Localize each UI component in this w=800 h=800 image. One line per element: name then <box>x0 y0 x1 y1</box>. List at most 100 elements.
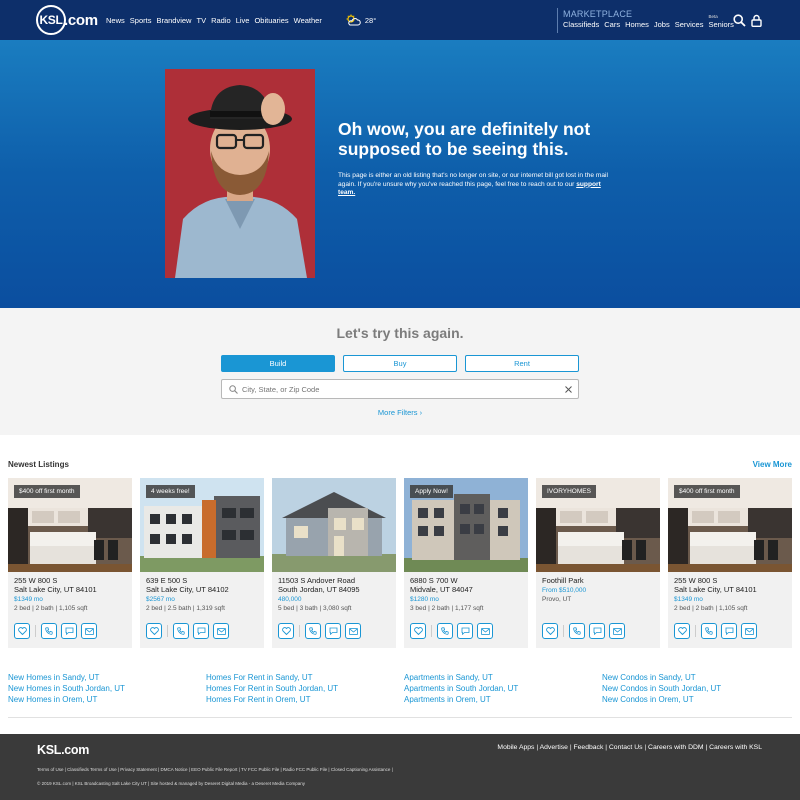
listing-address: 255 W 800 S <box>674 576 718 585</box>
favorite-heart-icon[interactable] <box>410 623 426 639</box>
nav-radio[interactable]: Radio <box>211 16 231 25</box>
favorite-heart-icon[interactable] <box>674 623 690 639</box>
link-new-homes-south-jordan[interactable]: New Homes in South Jordan, UT <box>8 684 125 694</box>
nav-services[interactable]: Services <box>675 20 704 29</box>
lock-icon[interactable] <box>751 14 762 27</box>
listing-price: $1349 mo <box>674 596 703 603</box>
link-new-homes-sandy[interactable]: New Homes in Sandy, UT <box>8 673 125 683</box>
action-separator <box>695 625 696 637</box>
listing-card[interactable]: $400 off first month 255 W 800 S Salt Lake… <box>8 478 132 648</box>
call-phone-icon[interactable] <box>173 623 189 639</box>
link-apartments-orem[interactable]: Apartments in Orem, UT <box>404 695 518 705</box>
more-filters-link[interactable]: More Filters › <box>0 408 800 417</box>
nav-news[interactable]: News <box>106 16 125 25</box>
email-envelope-icon[interactable] <box>741 623 757 639</box>
listing-badge: $400 off first month <box>674 485 740 498</box>
nav-jobs[interactable]: Jobs <box>654 20 670 29</box>
action-separator <box>35 625 36 637</box>
email-envelope-icon[interactable] <box>213 623 229 639</box>
favorite-heart-icon[interactable] <box>278 623 294 639</box>
search-icon[interactable] <box>733 14 746 27</box>
nav-classifieds[interactable]: Classifieds <box>563 20 599 29</box>
nav-cars[interactable]: Cars <box>604 20 620 29</box>
listing-price: From $510,000 <box>542 587 587 594</box>
nav-brandview[interactable]: Brandview <box>156 16 191 25</box>
listing-actions <box>146 623 229 639</box>
nav-live[interactable]: Live <box>236 16 250 25</box>
hero-body: This page is either an old listing that'… <box>338 172 608 198</box>
nav-sports[interactable]: Sports <box>130 16 152 25</box>
footer-copyright: © 2019 KSL.com | KSL Broadcasting Salt L… <box>37 781 306 786</box>
chat-bubble-icon[interactable] <box>721 623 737 639</box>
footer-links[interactable]: Mobile Apps | Advertise | Feedback | Con… <box>497 744 762 751</box>
tab-rent[interactable]: Rent <box>465 355 579 372</box>
listing-image[interactable]: $400 off first month <box>8 478 132 572</box>
favorite-heart-icon[interactable] <box>542 623 558 639</box>
email-envelope-icon[interactable] <box>345 623 361 639</box>
listing-actions <box>542 623 625 639</box>
listing-card[interactable]: 4 weeks free! 639 E 500 S Salt Lake City, … <box>140 478 264 648</box>
listing-image[interactable]: $400 off first month <box>668 478 792 572</box>
nav-seniors[interactable]: Beta Seniors <box>708 14 733 29</box>
listing-actions <box>278 623 361 639</box>
link-condos-south-jordan[interactable]: New Condos in South Jordan, UT <box>602 684 721 694</box>
newest-listings-title: Newest Listings <box>8 460 69 469</box>
call-phone-icon[interactable] <box>437 623 453 639</box>
link-new-homes-orem[interactable]: New Homes in Orem, UT <box>8 695 125 705</box>
call-phone-icon[interactable] <box>701 623 717 639</box>
nav-obituaries[interactable]: Obituaries <box>254 16 288 25</box>
view-more-link[interactable]: View More <box>753 460 792 469</box>
action-separator <box>431 625 432 637</box>
listing-image[interactable]: Apply Now! <box>404 478 528 572</box>
listing-price: 480,000 <box>278 596 302 603</box>
favorite-heart-icon[interactable] <box>14 623 30 639</box>
link-rent-sandy[interactable]: Homes For Rent in Sandy, UT <box>206 673 338 683</box>
tab-build[interactable]: Build <box>221 355 335 372</box>
listing-details: 5 bed | 3 bath | 3,080 sqft <box>278 605 352 612</box>
chat-bubble-icon[interactable] <box>325 623 341 639</box>
chat-bubble-icon[interactable] <box>61 623 77 639</box>
chat-bubble-icon[interactable] <box>193 623 209 639</box>
footer-logo[interactable]: KSL.com <box>37 743 89 757</box>
link-apartments-sandy[interactable]: Apartments in Sandy, UT <box>404 673 518 683</box>
hero-section: Oh wow, you are definitely not supposed … <box>0 40 800 308</box>
link-condos-orem[interactable]: New Condos in Orem, UT <box>602 695 721 705</box>
listing-card[interactable]: IVORYHOMES Foothill Park From $510,000 Prov… <box>536 478 660 648</box>
link-rent-orem[interactable]: Homes For Rent in Orem, UT <box>206 695 338 705</box>
chat-bubble-icon[interactable] <box>457 623 473 639</box>
listing-card[interactable]: 11503 S Andover Road South Jordan, UT 840… <box>272 478 396 648</box>
clear-icon[interactable] <box>565 385 572 393</box>
listing-city: Salt Lake City, UT 84102 <box>146 585 229 594</box>
call-phone-icon[interactable] <box>305 623 321 639</box>
listing-image[interactable]: IVORYHOMES <box>536 478 660 572</box>
nav-weather[interactable]: Weather <box>294 16 322 25</box>
call-phone-icon[interactable] <box>569 623 585 639</box>
nav-homes[interactable]: Homes <box>625 20 649 29</box>
tab-buy[interactable]: Buy <box>343 355 457 372</box>
location-search-input[interactable] <box>242 384 565 394</box>
listing-city: Midvale, UT 84047 <box>410 585 473 594</box>
listing-details: 2 bed | 2.5 bath | 1,319 sqft <box>146 605 225 612</box>
footer-legal-links[interactable]: Terms of Use | Classifieds Terms of Use … <box>37 767 393 772</box>
link-condos-sandy[interactable]: New Condos in Sandy, UT <box>602 673 721 683</box>
listing-address: Foothill Park <box>542 576 584 585</box>
link-apartments-south-jordan[interactable]: Apartments in South Jordan, UT <box>404 684 518 694</box>
email-envelope-icon[interactable] <box>477 623 493 639</box>
listing-city: South Jordan, UT 84095 <box>278 585 360 594</box>
listing-card[interactable]: Apply Now! 6880 S 700 W Midvale, UT 84047 $… <box>404 478 528 648</box>
listing-price: $1349 mo <box>14 596 43 603</box>
listing-details: Provo, UT <box>542 596 572 603</box>
listing-image[interactable]: 4 weeks free! <box>140 478 264 572</box>
nav-tv[interactable]: TV <box>196 16 206 25</box>
call-phone-icon[interactable] <box>41 623 57 639</box>
listing-details: 2 bed | 2 bath | 1,105 sqft <box>14 605 88 612</box>
email-envelope-icon[interactable] <box>81 623 97 639</box>
weather-widget[interactable]: 28° <box>345 14 376 26</box>
ksl-logo[interactable]: KSL .com <box>36 5 98 35</box>
link-rent-south-jordan[interactable]: Homes For Rent in South Jordan, UT <box>206 684 338 694</box>
listing-card[interactable]: $400 off first month 255 W 800 S Salt Lake… <box>668 478 792 648</box>
email-envelope-icon[interactable] <box>609 623 625 639</box>
chat-bubble-icon[interactable] <box>589 623 605 639</box>
listing-image[interactable] <box>272 478 396 572</box>
favorite-heart-icon[interactable] <box>146 623 162 639</box>
